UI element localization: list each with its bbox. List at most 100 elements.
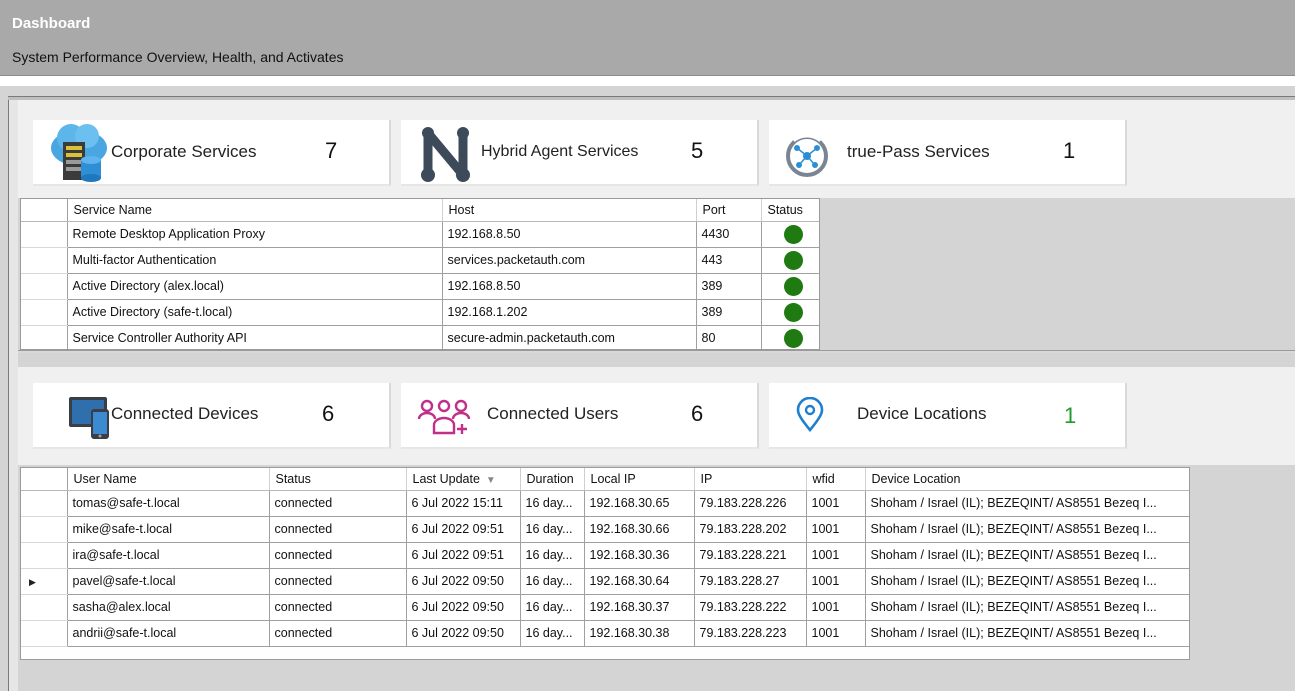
activity-summary-section: Connected Devices 6 Connected Users 6 De… <box>18 367 1295 465</box>
table-row[interactable]: Active Directory (safe-t.local) 192.168.1… <box>21 299 819 326</box>
status-cell: connected <box>269 490 407 517</box>
connected-users-table[interactable]: User Name Status Last Update ▼ Duration L… <box>20 467 1190 660</box>
row-header[interactable] <box>21 620 68 647</box>
wfid-cell: 1001 <box>806 568 866 595</box>
hybrid-agent-services-card[interactable]: Hybrid Agent Services 5 <box>401 120 759 186</box>
hybrid-n-icon <box>419 125 473 188</box>
row-header-corner <box>21 468 68 491</box>
status-indicator-icon <box>784 250 803 270</box>
device-location-cell: Shoham / Israel (IL); BEZEQINT/ AS8551 B… <box>865 516 1189 543</box>
table-row[interactable]: tomas@safe-t.local connected 6 Jul 2022 15… <box>21 490 1189 517</box>
device-locations-count: 1 <box>1064 403 1077 428</box>
service-name-cell: Multi-factor Authentication <box>67 247 443 274</box>
panel-frame-left <box>8 96 18 691</box>
connected-devices-count: 6 <box>322 401 335 426</box>
status-indicator-icon <box>784 276 803 296</box>
table-row[interactable]: mike@safe-t.local connected 6 Jul 2022 09:… <box>21 516 1189 543</box>
column-header-status[interactable]: Status <box>761 199 819 222</box>
column-header-duration[interactable]: Duration <box>520 468 585 491</box>
row-header[interactable] <box>21 490 68 517</box>
status-cell: connected <box>269 620 407 647</box>
user-name-cell: tomas@safe-t.local <box>67 490 270 517</box>
port-cell: 4430 <box>696 221 762 248</box>
row-header[interactable] <box>21 516 68 543</box>
ip-cell: 79.183.228.223 <box>694 620 807 647</box>
device-locations-card[interactable]: Device Locations 1 <box>769 383 1127 449</box>
row-header[interactable] <box>21 325 68 349</box>
true-pass-services-card[interactable]: true-Pass Services 1 <box>769 120 1127 186</box>
column-header-status[interactable]: Status <box>269 468 407 491</box>
ip-cell: 79.183.228.221 <box>694 542 807 569</box>
status-cell: connected <box>269 516 407 543</box>
user-name-cell: andrii@safe-t.local <box>67 620 270 647</box>
true-pass-services-label: true-Pass Services <box>847 142 990 161</box>
ip-cell: 79.183.228.202 <box>694 516 807 543</box>
connected-devices-card[interactable]: Connected Devices 6 <box>33 383 391 449</box>
device-location-cell: Shoham / Israel (IL); BEZEQINT/ AS8551 B… <box>865 542 1189 569</box>
table-row[interactable]: Service Controller Authority API secure-a… <box>21 325 819 349</box>
table-row[interactable]: ira@safe-t.local connected 6 Jul 2022 09:5… <box>21 542 1189 569</box>
column-header-ip[interactable]: IP <box>694 468 807 491</box>
wfid-cell: 1001 <box>806 620 866 647</box>
column-header-user-name[interactable]: User Name <box>67 468 270 491</box>
port-cell: 443 <box>696 247 762 274</box>
row-header[interactable] <box>21 247 68 274</box>
wfid-cell: 1001 <box>806 594 866 621</box>
row-header[interactable] <box>21 542 68 569</box>
user-name-cell: mike@safe-t.local <box>67 516 270 543</box>
column-header-last-update[interactable]: Last Update ▼ <box>406 468 521 491</box>
row-header[interactable]: ▶ <box>21 568 68 595</box>
ip-cell: 79.183.228.27 <box>694 568 807 595</box>
services-summary-section: Corporate Services 7 Hybrid Agent Servic… <box>18 100 1295 198</box>
table-row[interactable]: Remote Desktop Application Proxy 192.168.… <box>21 221 819 248</box>
table-row[interactable]: sasha@alex.local connected 6 Jul 2022 09:5… <box>21 594 1189 621</box>
row-header-corner <box>21 199 68 222</box>
host-cell: 192.168.8.50 <box>442 221 697 248</box>
last-update-cell: 6 Jul 2022 09:50 <box>406 568 521 595</box>
table-row[interactable]: Multi-factor Authentication services.pack… <box>21 247 819 274</box>
user-name-cell: sasha@alex.local <box>67 594 270 621</box>
services-table[interactable]: Service Name Host Port Status Remote Des… <box>20 198 820 350</box>
device-location-cell: Shoham / Israel (IL); BEZEQINT/ AS8551 B… <box>865 568 1189 595</box>
column-header-device-location[interactable]: Device Location <box>865 468 1189 491</box>
corporate-services-card[interactable]: Corporate Services 7 <box>33 120 391 186</box>
last-update-cell: 6 Jul 2022 15:11 <box>406 490 521 517</box>
corporate-services-count: 7 <box>325 138 338 163</box>
true-pass-services-count: 1 <box>1063 138 1076 163</box>
table-row[interactable]: ▶ pavel@safe-t.local connected 6 Jul 2022 0… <box>21 568 1189 595</box>
section-separator <box>18 350 1295 353</box>
column-header-port[interactable]: Port <box>696 199 762 222</box>
status-indicator-icon <box>784 302 803 322</box>
status-cell <box>761 221 819 248</box>
row-header[interactable] <box>21 221 68 248</box>
host-cell: 192.168.1.202 <box>442 299 697 326</box>
table-row[interactable]: Active Directory (alex.local) 192.168.8.5… <box>21 273 819 300</box>
duration-cell: 16 day... <box>520 568 585 595</box>
device-location-cell: Shoham / Israel (IL); BEZEQINT/ AS8551 B… <box>865 594 1189 621</box>
device-location-cell: Shoham / Israel (IL); BEZEQINT/ AS8551 B… <box>865 490 1189 517</box>
page-subtitle: System Performance Overview, Health, and… <box>12 49 344 65</box>
device-location-cell: Shoham / Israel (IL); BEZEQINT/ AS8551 B… <box>865 620 1189 647</box>
host-cell: secure-admin.packetauth.com <box>442 325 697 349</box>
duration-cell: 16 day... <box>520 542 585 569</box>
status-cell: connected <box>269 594 407 621</box>
current-row-arrow-icon: ▶ <box>29 577 36 587</box>
column-header-host[interactable]: Host <box>442 199 697 222</box>
header-divider <box>0 76 1295 86</box>
column-header-local-ip[interactable]: Local IP <box>584 468 695 491</box>
location-pin-icon <box>795 396 825 438</box>
connected-users-card[interactable]: Connected Users 6 <box>401 383 759 449</box>
user-name-cell: ira@safe-t.local <box>67 542 270 569</box>
row-header[interactable] <box>21 594 68 621</box>
cloud-server-icon <box>49 122 109 189</box>
devices-icon <box>67 393 113 446</box>
column-header-service-name[interactable]: Service Name <box>67 199 443 222</box>
local-ip-cell: 192.168.30.37 <box>584 594 695 621</box>
column-header-wfid[interactable]: wfid <box>806 468 866 491</box>
local-ip-cell: 192.168.30.64 <box>584 568 695 595</box>
users-icon <box>417 399 471 442</box>
status-indicator-icon <box>784 328 803 348</box>
table-row[interactable]: andrii@safe-t.local connected 6 Jul 2022 0… <box>21 620 1189 647</box>
row-header[interactable] <box>21 273 68 300</box>
row-header[interactable] <box>21 299 68 326</box>
